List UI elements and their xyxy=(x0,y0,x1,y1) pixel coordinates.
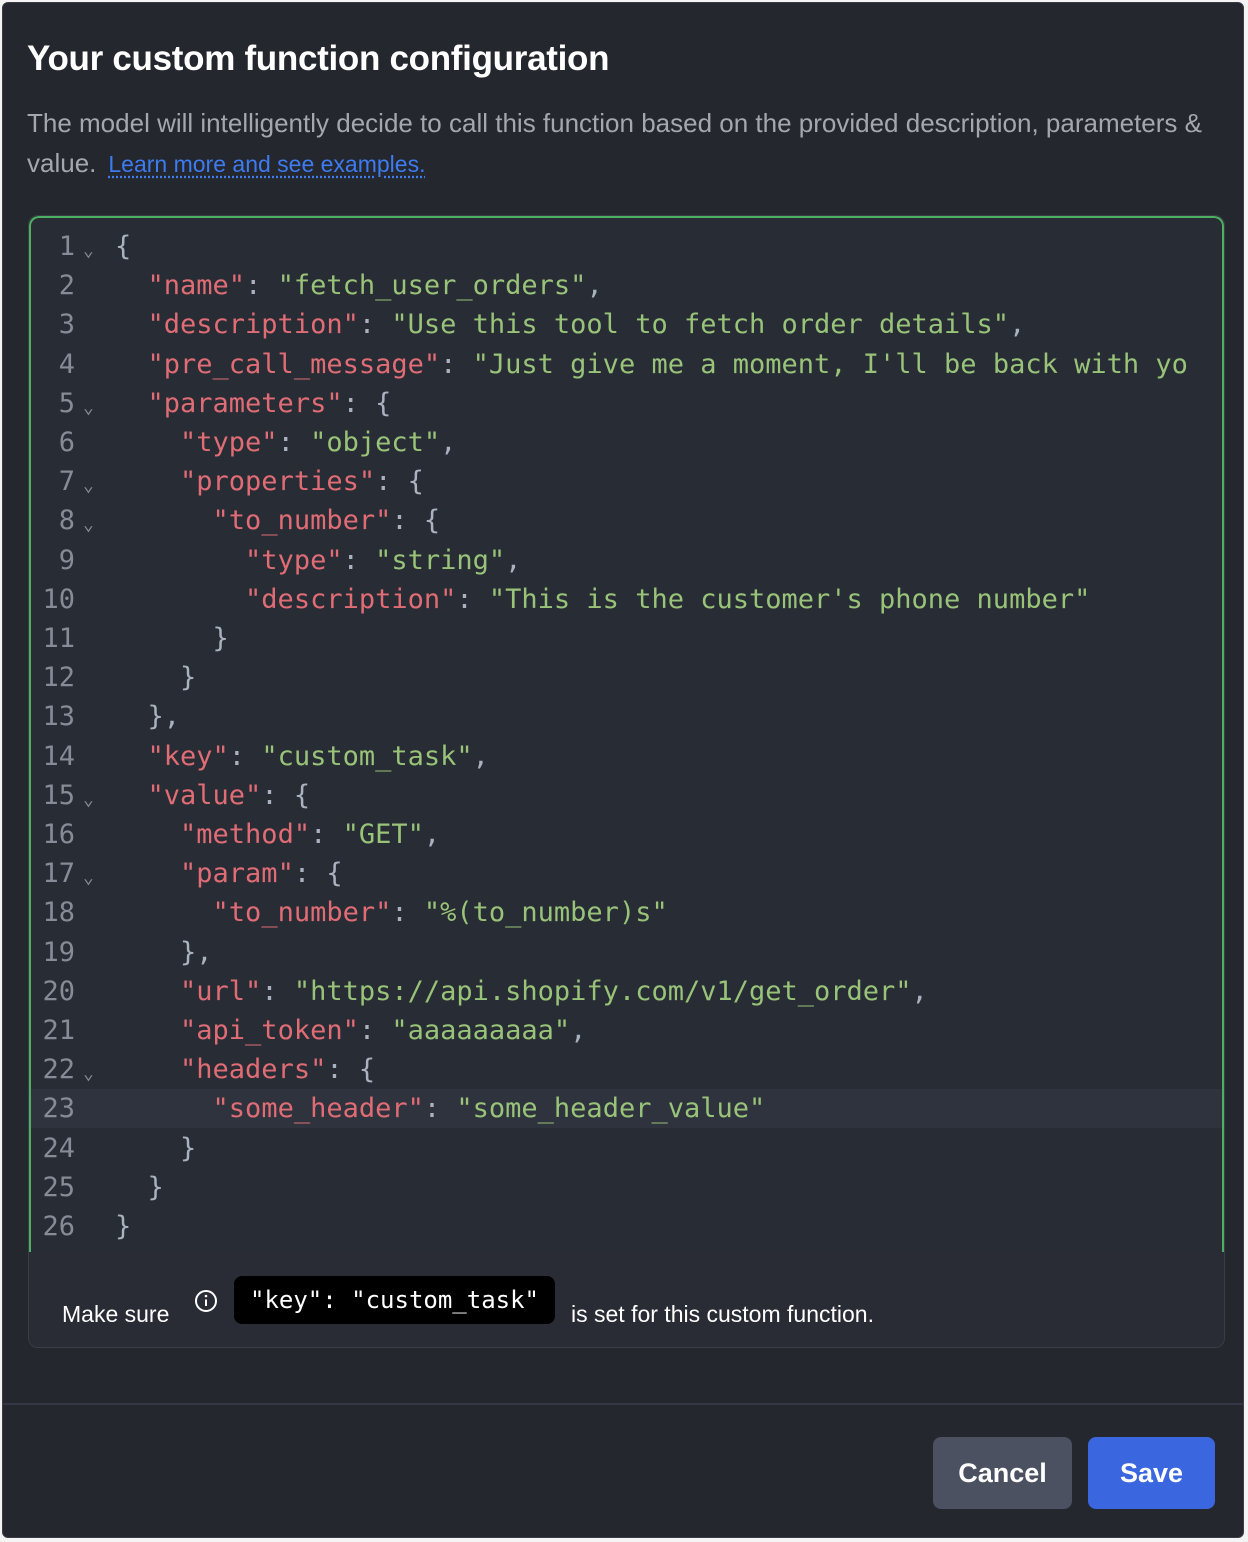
code-line[interactable]: 20 "url": "https://api.shopify.com/v1/ge… xyxy=(31,972,1222,1011)
code-text: "some_header": "some_header_value" xyxy=(212,1093,766,1125)
code-line[interactable]: 22 ⌄ "headers": { xyxy=(31,1050,1222,1089)
code-text: "to_number": { xyxy=(212,505,441,537)
code-text: "type": "object", xyxy=(180,427,457,458)
code-line[interactable]: 2 "name": "fetch_user_orders", xyxy=(31,266,1222,305)
fold-chevron-icon[interactable]: ⌄ xyxy=(83,466,94,505)
code-line[interactable]: 11 } xyxy=(31,619,1222,658)
dialog-title: Your custom function configuration xyxy=(27,39,610,78)
code-text: } xyxy=(115,1132,197,1164)
code-text: }, xyxy=(115,936,213,968)
fold-chevron-icon[interactable]: ⌄ xyxy=(83,231,94,270)
code-text: "description": "This is the customer's p… xyxy=(245,583,1091,615)
fold-chevron-icon[interactable]: ⌄ xyxy=(83,858,94,897)
line-number: 2 xyxy=(58,270,75,302)
save-button[interactable]: Save xyxy=(1088,1437,1215,1509)
code-line[interactable]: 8 ⌄ "to_number": { xyxy=(31,501,1222,540)
code-text: "param": { xyxy=(180,858,343,890)
dialog-description: The model will intelligently decide to c… xyxy=(27,103,1207,184)
code-text: "value": { xyxy=(147,779,311,811)
fold-chevron-icon[interactable]: ⌄ xyxy=(83,505,94,544)
code-line[interactable]: 13 }, xyxy=(31,697,1222,736)
line-number: 24 xyxy=(42,1132,75,1164)
line-number: 1 xyxy=(58,231,75,262)
code-text: "properties": { xyxy=(180,466,424,498)
key-code-chip: "key": "custom_task" xyxy=(234,1276,555,1324)
code-text: "api_token": "aaaaaaaaa", xyxy=(180,1015,587,1046)
code-line[interactable]: 3 "description": "Use this tool to fetch… xyxy=(31,305,1222,344)
code-line[interactable]: 1 ⌄{ xyxy=(31,227,1222,266)
code-line[interactable]: 25 } xyxy=(31,1168,1222,1207)
line-number: 26 xyxy=(42,1211,75,1242)
line-number: 8 xyxy=(58,505,75,537)
code-text: }, xyxy=(115,701,181,733)
line-number: 5 xyxy=(58,387,75,419)
notice-prefix: Make sure xyxy=(62,1301,170,1327)
code-line[interactable]: 17 ⌄ "param": { xyxy=(31,854,1222,893)
line-number: 13 xyxy=(42,701,75,733)
code-line[interactable]: 5 ⌄ "parameters": { xyxy=(31,384,1222,423)
code-line[interactable]: 26} xyxy=(31,1207,1222,1246)
code-line[interactable]: 21 "api_token": "aaaaaaaaa", xyxy=(31,1011,1222,1050)
json-code-editor[interactable]: 1 ⌄{2 "name": "fetch_user_orders", 3 "desc… xyxy=(29,216,1224,1252)
code-line[interactable]: 10 "description": "This is the customer'… xyxy=(31,580,1222,619)
custom-function-dialog: Your custom function configuration The m… xyxy=(2,2,1244,1538)
key-notice: Make sure "key": "custom_task" is set fo… xyxy=(29,1252,1224,1347)
code-text: "parameters": { xyxy=(147,387,392,419)
code-text: "description": "Use this tool to fetch o… xyxy=(147,309,1026,341)
notice-suffix: is set for this custom function. xyxy=(571,1301,874,1327)
code-line[interactable]: 16 "method": "GET", xyxy=(31,815,1222,854)
line-number: 7 xyxy=(58,466,75,498)
line-number: 14 xyxy=(42,740,75,772)
code-line[interactable]: 4 "pre_call_message": "Just give me a mo… xyxy=(31,345,1222,384)
code-line[interactable]: 12 } xyxy=(31,658,1222,697)
code-text: { xyxy=(115,231,132,262)
line-number: 18 xyxy=(42,897,75,929)
code-line[interactable]: 14 "key": "custom_task", xyxy=(31,737,1222,776)
line-number: 12 xyxy=(42,662,75,694)
line-number: 3 xyxy=(58,309,75,341)
code-text: } xyxy=(115,662,197,694)
code-line[interactable]: 23 "some_header": "some_header_value" xyxy=(31,1089,1222,1129)
line-number: 23 xyxy=(42,1093,75,1125)
line-number: 9 xyxy=(58,544,75,576)
code-text: "url": "https://api.shopify.com/v1/get_o… xyxy=(180,975,928,1007)
info-icon[interactable] xyxy=(194,1289,218,1313)
code-line[interactable]: 7 ⌄ "properties": { xyxy=(31,462,1222,501)
footer-divider xyxy=(3,1403,1243,1405)
code-text: "pre_call_message": "Just give me a mome… xyxy=(147,348,1188,380)
code-line[interactable]: 15 ⌄ "value": { xyxy=(31,776,1222,815)
code-line[interactable]: 18 "to_number": "%(to_number)s" xyxy=(31,893,1222,932)
line-number: 6 xyxy=(58,427,75,458)
code-line[interactable]: 9 "type": "string", xyxy=(31,541,1222,580)
line-number: 11 xyxy=(42,623,75,654)
code-line[interactable]: 19 }, xyxy=(31,933,1222,972)
fold-chevron-icon[interactable]: ⌄ xyxy=(83,388,94,427)
line-number: 16 xyxy=(42,819,75,850)
learn-more-link[interactable]: Learn more and see examples. xyxy=(108,151,425,177)
line-number: 25 xyxy=(42,1171,75,1203)
code-text: "method": "GET", xyxy=(180,819,441,850)
function-config-panel: 1 ⌄{2 "name": "fetch_user_orders", 3 "desc… xyxy=(28,215,1225,1348)
line-number: 22 xyxy=(42,1054,75,1086)
line-number: 4 xyxy=(58,348,75,380)
code-text: "key": "custom_task", xyxy=(147,740,489,772)
line-number: 20 xyxy=(42,975,75,1007)
code-text: "name": "fetch_user_orders", xyxy=(147,270,603,302)
code-text: "headers": { xyxy=(180,1054,376,1086)
line-number: 19 xyxy=(42,936,75,968)
code-text: } xyxy=(115,623,229,654)
code-line[interactable]: 24 } xyxy=(31,1129,1222,1168)
line-number: 17 xyxy=(42,858,75,890)
fold-chevron-icon[interactable]: ⌄ xyxy=(83,780,94,819)
code-text: "type": "string", xyxy=(245,544,522,576)
line-number: 15 xyxy=(42,779,75,811)
code-text: } xyxy=(115,1171,164,1203)
line-number: 10 xyxy=(42,583,75,615)
code-line[interactable]: 6 "type": "object", xyxy=(31,423,1222,462)
fold-chevron-icon[interactable]: ⌄ xyxy=(83,1054,94,1093)
code-text: } xyxy=(115,1211,132,1242)
line-number: 21 xyxy=(42,1015,75,1046)
code-text: "to_number": "%(to_number)s" xyxy=(212,897,668,929)
cancel-button[interactable]: Cancel xyxy=(933,1437,1072,1509)
